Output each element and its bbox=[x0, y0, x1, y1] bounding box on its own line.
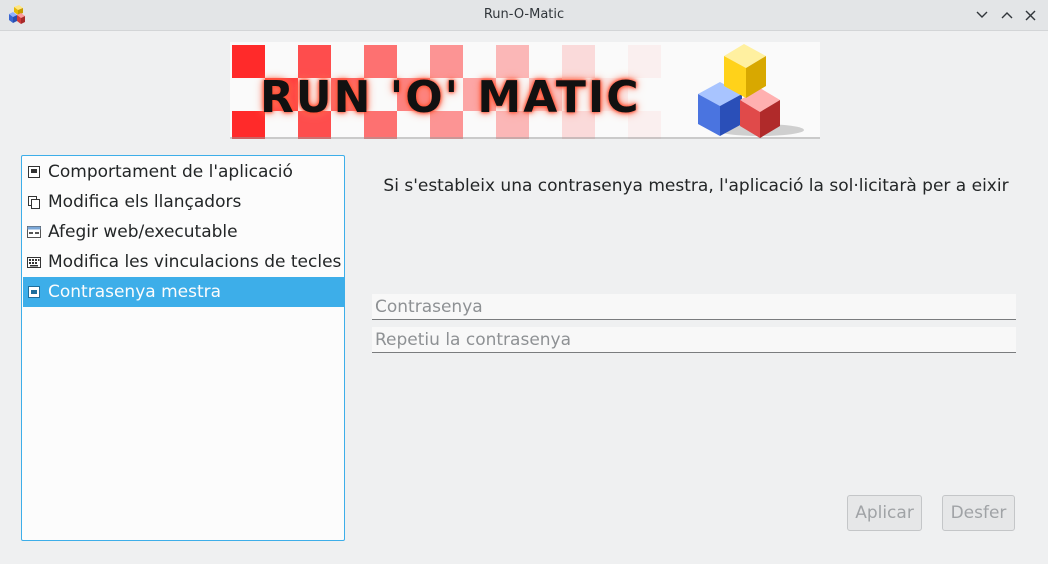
undo-button[interactable]: Desfer bbox=[942, 495, 1015, 531]
sidebar-item-label: Contrasenya mestra bbox=[48, 282, 222, 302]
keyboard-icon bbox=[27, 255, 41, 269]
window-title: Run-O-Matic bbox=[483, 7, 565, 22]
close-icon bbox=[1025, 10, 1035, 20]
sidebar-item-master-password[interactable]: Contrasenya mestra bbox=[23, 277, 345, 307]
sidebar-item-label: Comportament de l'aplicació bbox=[48, 162, 293, 182]
window-icon bbox=[27, 165, 41, 179]
banner-title: RUN 'O' MATIC bbox=[260, 72, 641, 123]
sidebar-item-edit-launchers[interactable]: Modifica els llançadors bbox=[23, 187, 345, 217]
settings-category-list[interactable]: Comportament de l'aplicació Modifica els… bbox=[21, 155, 345, 541]
sidebar-item-add-web-executable[interactable]: Afegir web/executable bbox=[23, 217, 345, 247]
web-window-icon bbox=[27, 225, 41, 239]
minimize-button[interactable] bbox=[972, 5, 992, 25]
sidebar-item-label: Afegir web/executable bbox=[48, 222, 238, 242]
cubes-logo-icon bbox=[698, 44, 804, 138]
sidebar-item-key-bindings[interactable]: Modifica les vinculacions de tecles bbox=[23, 247, 345, 277]
sidebar-item-app-behaviour[interactable]: Comportament de l'aplicació bbox=[23, 157, 345, 187]
master-password-info: Si s'estableix una contrasenya mestra, l… bbox=[383, 176, 1009, 196]
copy-icon bbox=[27, 195, 41, 209]
sidebar-item-label: Modifica les vinculacions de tecles bbox=[48, 252, 342, 272]
chevron-up-icon bbox=[1001, 12, 1013, 19]
app-banner: RUN 'O' MATIC bbox=[230, 42, 820, 139]
password-window-icon bbox=[27, 285, 41, 299]
chevron-down-icon bbox=[976, 11, 988, 18]
sidebar-item-label: Modifica els llançadors bbox=[48, 192, 242, 212]
title-bar: Run-O-Matic bbox=[0, 0, 1048, 31]
apply-button[interactable]: Aplicar bbox=[847, 495, 922, 531]
repeat-password-field[interactable] bbox=[372, 327, 1016, 353]
maximize-button[interactable] bbox=[997, 5, 1017, 25]
password-field[interactable] bbox=[372, 294, 1016, 320]
close-button[interactable] bbox=[1020, 5, 1040, 25]
